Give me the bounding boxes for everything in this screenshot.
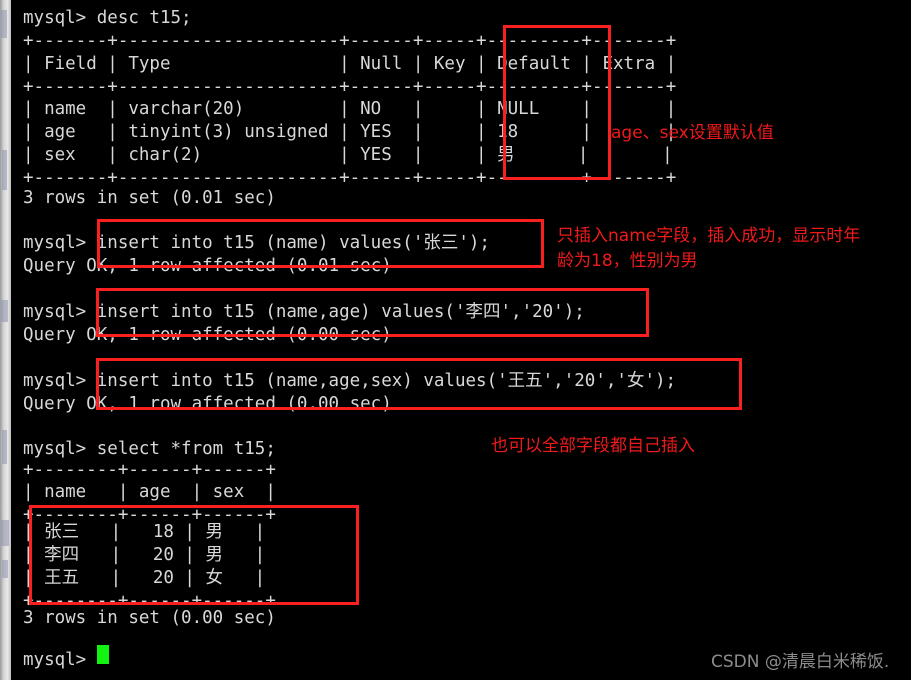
red-annotation-text: age、sex设置默认值 <box>611 123 774 143</box>
terminal-line: Query OK, 1 row affected (0.00 sec) <box>23 394 392 414</box>
terminal-line: mysql> insert into t15 (name,age) values… <box>23 302 585 322</box>
terminal-screenshot: mysql> desc t15; +-------+---------------… <box>0 0 911 680</box>
terminal-line: Query OK, 1 row affected (0.00 sec) <box>23 325 392 345</box>
left-window-edge-strip <box>0 0 11 680</box>
terminal-line: | 张三 | 18 | 男 | <box>23 522 266 542</box>
mysql-terminal[interactable]: mysql> desc t15; +-------+---------------… <box>11 0 911 680</box>
left-strip-marks <box>0 0 11 680</box>
terminal-line: | Field | Type | Null | Key | Default | … <box>23 54 677 74</box>
terminal-line: | name | age | sex | <box>23 482 276 502</box>
red-annotation-text: 只插入name字段，插入成功，显示时年 <box>557 226 861 246</box>
red-annotation-text: 龄为18，性别为男 <box>557 251 698 271</box>
terminal-line: mysql> desc t15; <box>23 8 192 28</box>
terminal-line: +-------+---------------------+------+--… <box>23 31 677 51</box>
terminal-line: 3 rows in set (0.01 sec) <box>23 188 276 208</box>
terminal-line: Query OK, 1 row affected (0.01 sec) <box>23 256 392 276</box>
terminal-line: | 王五 | 20 | 女 | <box>23 568 266 588</box>
terminal-line: mysql> insert into t15 (name) values('张三… <box>23 233 490 253</box>
terminal-line: | sex | char(2) | YES | | 男 | | <box>23 145 673 165</box>
terminal-line: | 李四 | 20 | 男 | <box>23 545 266 565</box>
csdn-watermark: CSDN @清晨白米稀饭. <box>711 652 890 672</box>
terminal-line: | age | tinyint(3) unsigned | YES | | 18… <box>23 122 677 142</box>
terminal-cursor <box>97 645 109 664</box>
terminal-line: mysql> <box>23 650 87 670</box>
terminal-line: | name | varchar(20) | NO | | NULL | | <box>23 99 677 119</box>
terminal-line: mysql> insert into t15 (name,age,sex) va… <box>23 371 677 391</box>
terminal-line: 3 rows in set (0.00 sec) <box>23 608 276 628</box>
red-annotation-text: 也可以全部字段都自己插入 <box>491 436 695 456</box>
